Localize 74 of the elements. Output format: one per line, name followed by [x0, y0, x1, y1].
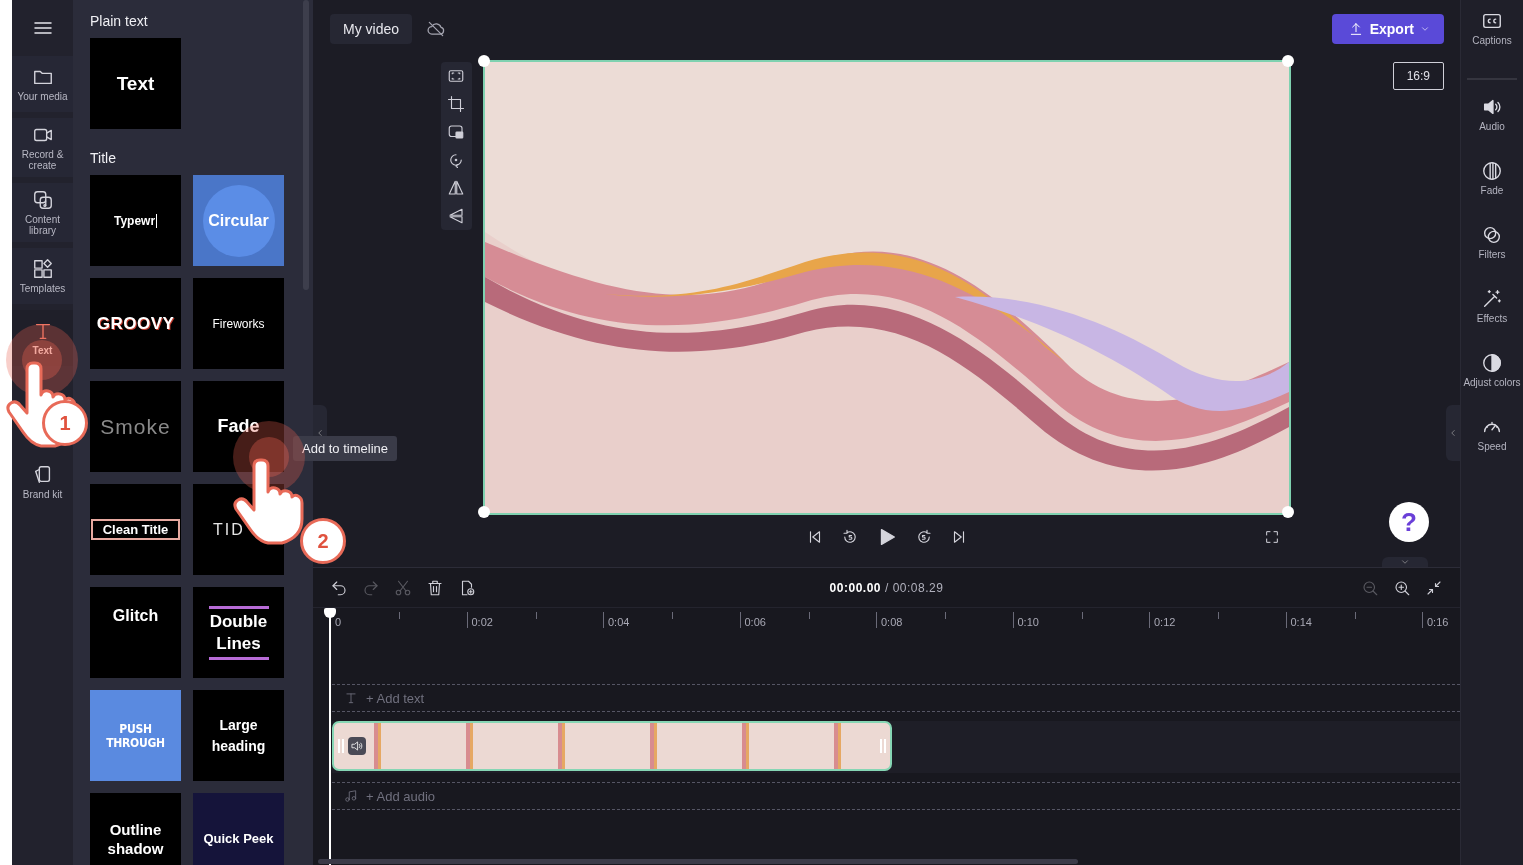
rail-button[interactable]: Adjust colors [1461, 352, 1523, 404]
text-icon [344, 691, 358, 705]
crop-icon[interactable] [447, 95, 465, 113]
text-style-tile[interactable]: Text [90, 38, 181, 129]
text-style-tile[interactable]: GROOVY [90, 278, 181, 369]
chevron-down-icon [1400, 557, 1410, 567]
fullscreen-icon[interactable] [1263, 529, 1280, 545]
trash-icon[interactable] [426, 578, 444, 597]
section-title: Title [90, 149, 117, 167]
time-marker: 0:08 [880, 616, 903, 628]
current-time: 00:00.00 [829, 580, 881, 595]
rail-button[interactable]: Audio [1461, 96, 1523, 148]
contrast-icon [1481, 352, 1503, 374]
trim-handle[interactable] [338, 739, 344, 753]
undo-icon[interactable] [330, 578, 348, 597]
text-style-tile[interactable]: Fireworks [193, 278, 284, 369]
rotate-icon[interactable] [447, 151, 465, 169]
time-marker: 0:12 [1153, 616, 1176, 628]
export-button[interactable]: Export [1331, 14, 1444, 44]
cloud-off-icon [426, 19, 447, 39]
rail-button[interactable]: Speed [1461, 416, 1523, 468]
chevron-left-icon [1448, 428, 1458, 438]
filters-icon [1481, 224, 1503, 246]
flip-horizontal-icon[interactable] [447, 179, 465, 197]
help-button[interactable]: ? [1389, 502, 1429, 542]
fit-screen-icon[interactable] [447, 67, 465, 85]
chevron-left-icon [315, 428, 325, 438]
music-note-icon [344, 789, 358, 803]
project-title[interactable]: My video [330, 14, 413, 44]
time-marker: 0:16 [1426, 616, 1449, 628]
rail-button[interactable]: Filters [1461, 224, 1523, 276]
text-style-tile[interactable]: Fade [193, 381, 284, 472]
nav-item[interactable]: Brand kit [12, 454, 73, 510]
time-marker: 0:14 [1289, 616, 1312, 628]
section-title: Plain text [90, 12, 149, 30]
rail-button[interactable]: Effects [1461, 288, 1523, 340]
text-style-tile[interactable]: Glitch [90, 587, 181, 678]
rail-button[interactable]: Captions [1461, 10, 1523, 62]
magic-wand-icon [1481, 288, 1503, 310]
speaker-icon [350, 739, 364, 753]
rewind-icon[interactable] [840, 528, 859, 546]
text-style-tile[interactable]: Smoke [90, 381, 181, 472]
flip-vertical-icon[interactable] [447, 207, 465, 225]
media-library-icon [31, 189, 54, 211]
fade-icon [1481, 160, 1503, 182]
tooltip: Add to timeline [293, 436, 397, 461]
nav-item[interactable]: Record & create [12, 118, 73, 177]
text-style-tile[interactable]: Large heading [193, 690, 284, 781]
total-duration: / 00:08.29 [885, 580, 944, 595]
text-style-tile[interactable]: Quick Peek [193, 793, 284, 865]
text-style-tile[interactable]: Clean Title [90, 484, 181, 575]
text-style-tile[interactable]: Typewr [90, 175, 181, 266]
nav-item[interactable]: Templates [12, 248, 73, 304]
text-style-tile[interactable]: Double Lines [193, 587, 284, 678]
time-marker: 0:06 [743, 616, 766, 628]
rail-button[interactable]: Fade [1461, 160, 1523, 212]
chevron-down-icon [1420, 24, 1430, 34]
picture-in-picture-icon[interactable] [447, 123, 465, 141]
time-marker: 0:02 [470, 616, 493, 628]
nav-item[interactable]: Content library [12, 183, 73, 242]
time-marker: 0 [334, 616, 342, 628]
text-style-tile[interactable]: Outline shadow [90, 793, 181, 865]
time-marker: 0:04 [607, 616, 630, 628]
resize-handle[interactable] [1281, 55, 1294, 67]
resize-handle[interactable] [477, 55, 490, 67]
zoom-in-icon[interactable] [1393, 578, 1411, 597]
panel-toggle[interactable] [1446, 405, 1460, 461]
nav-item[interactable]: Your media [12, 56, 73, 112]
templates-icon [31, 258, 54, 280]
resize-handle[interactable] [477, 506, 490, 518]
trim-handle[interactable] [880, 739, 886, 753]
time-marker: 0:10 [1016, 616, 1039, 628]
scrollbar[interactable] [318, 859, 1078, 864]
aspect-ratio-button[interactable]: 16:9 [1392, 62, 1444, 90]
